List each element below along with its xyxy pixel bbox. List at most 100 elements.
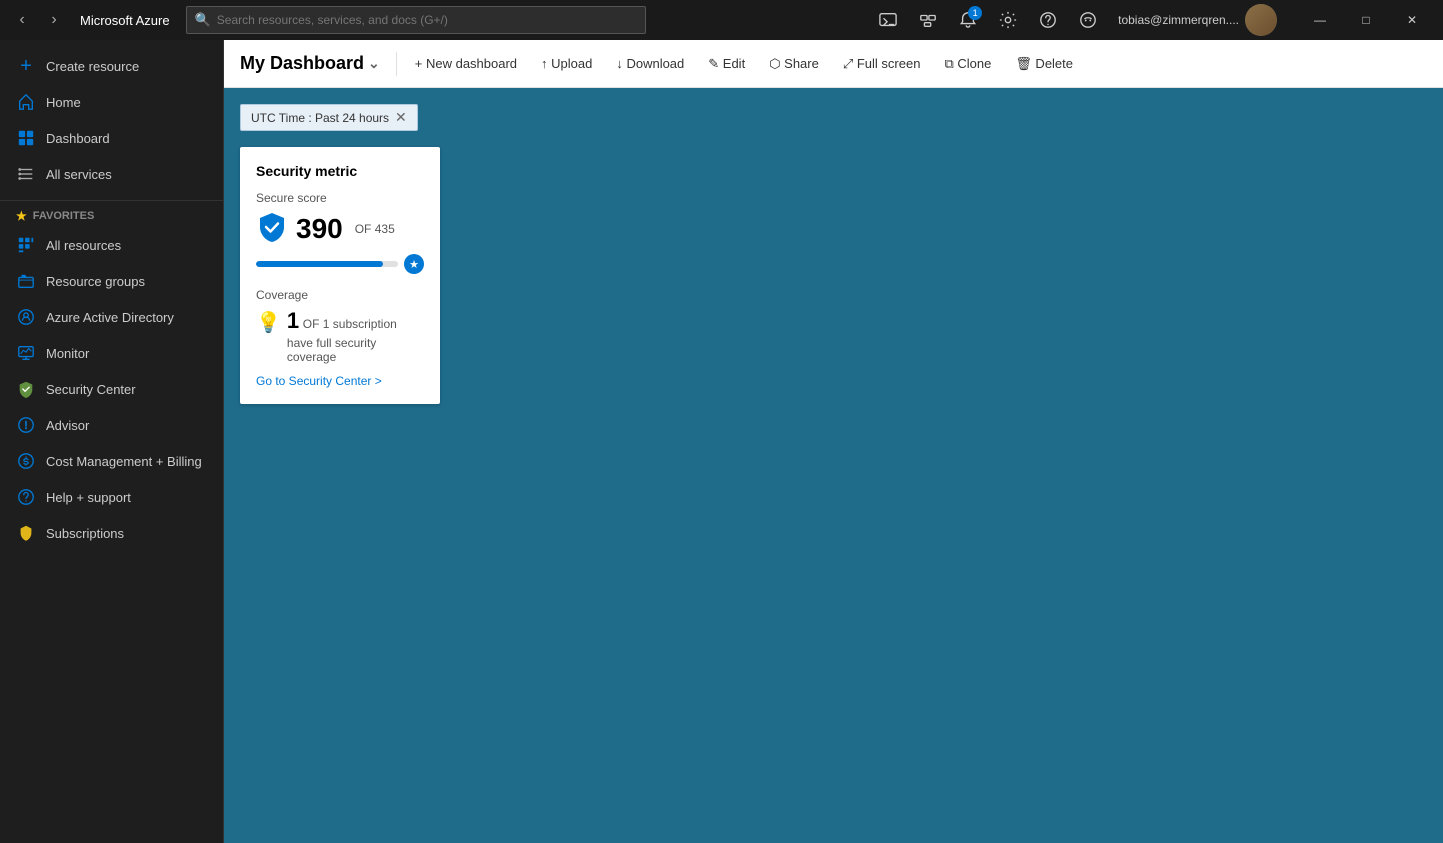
minimize-button[interactable]: — [1297, 5, 1343, 35]
edit-button[interactable]: ✎ Edit [698, 52, 755, 76]
monitor-icon [16, 343, 36, 363]
sidebar-top: + Create resource Home Dashboard All se [0, 40, 223, 201]
sidebar-item-all-resources[interactable]: All resources [0, 227, 223, 263]
window-controls: — □ ✕ [1297, 5, 1435, 35]
sidebar-label-help-support: Help + support [46, 490, 131, 505]
user-avatar [1245, 4, 1277, 36]
fullscreen-button[interactable]: ⤢ Full screen [833, 52, 931, 76]
sidebar-item-resource-groups[interactable]: Resource groups [0, 263, 223, 299]
dashboard-title-chevron: ⌄ [368, 55, 380, 72]
close-button[interactable]: ✕ [1389, 5, 1435, 35]
sidebar-item-subscriptions[interactable]: Subscriptions [0, 515, 223, 551]
sidebar-item-all-services[interactable]: All services [0, 156, 223, 192]
delete-label: 🗑 Delete [1015, 56, 1073, 72]
search-bar[interactable]: 🔍 [186, 6, 646, 34]
clone-button[interactable]: ⧉ Clone [934, 52, 1001, 76]
sidebar-label-subscriptions: Subscriptions [46, 526, 124, 541]
cost-management-icon [16, 451, 36, 471]
time-filter-label: UTC Time : Past 24 hours [251, 111, 389, 125]
share-button[interactable]: ⬡ Share [759, 52, 829, 76]
app-title: Microsoft Azure [80, 13, 170, 28]
progress-bar-fill [256, 261, 383, 267]
share-label: ⬡ Share [769, 56, 819, 72]
delete-button[interactable]: 🗑 Delete [1005, 52, 1083, 76]
time-filter-close[interactable]: ✕ [395, 109, 407, 126]
search-input[interactable] [217, 13, 637, 27]
sidebar-label-create-resource: Create resource [46, 59, 139, 74]
sidebar-item-monitor[interactable]: Monitor [0, 335, 223, 371]
help-button[interactable] [1030, 2, 1066, 38]
sidebar-item-advisor[interactable]: Advisor [0, 407, 223, 443]
coverage-row: 💡 1 OF 1 subscription have full security… [256, 308, 424, 364]
coverage-number: 1 [287, 308, 299, 333]
upload-button[interactable]: ↑ Upload [531, 52, 602, 75]
dashboard-icon [16, 128, 36, 148]
coverage-label: Coverage [256, 288, 424, 302]
sidebar-label-monitor: Monitor [46, 346, 89, 361]
new-dashboard-button[interactable]: + New dashboard [405, 52, 527, 75]
sidebar-label-all-services: All services [46, 167, 112, 182]
sidebar-item-security-center[interactable]: Security Center [0, 371, 223, 407]
dashboard-title[interactable]: My Dashboard ⌄ [240, 53, 380, 74]
subscriptions-icon [16, 523, 36, 543]
secure-score-row: 390 OF 435 [256, 211, 424, 246]
dashboard-title-text: My Dashboard [240, 53, 364, 74]
favorites-label: FAVORITES [33, 210, 95, 222]
main-layout: + Create resource Home Dashboard All se [0, 40, 1443, 843]
advisor-icon [16, 415, 36, 435]
coverage-details: 1 OF 1 subscription have full security c… [287, 308, 424, 364]
sidebar-item-cost-management[interactable]: Cost Management + Billing [0, 443, 223, 479]
upload-label: ↑ Upload [541, 56, 592, 71]
sidebar-label-azure-ad: Azure Active Directory [46, 310, 174, 325]
user-info[interactable]: tobias@zimmerqren.... [1110, 4, 1285, 36]
sidebar-label-advisor: Advisor [46, 418, 89, 433]
content-area: My Dashboard ⌄ + New dashboard ↑ Upload … [224, 40, 1443, 843]
user-email: tobias@zimmerqren.... [1118, 13, 1239, 27]
favorites-section: ★ FAVORITES [0, 201, 223, 227]
forward-button[interactable]: › [40, 6, 68, 34]
avatar-image [1245, 4, 1277, 36]
score-number: 390 [296, 213, 343, 245]
directory-button[interactable] [910, 2, 946, 38]
download-button[interactable]: ↓ Download [606, 52, 694, 75]
coverage-sub: have full security coverage [287, 336, 424, 364]
help-support-icon [16, 487, 36, 507]
sidebar-label-dashboard: Dashboard [46, 131, 110, 146]
plus-icon: + [16, 56, 36, 76]
goto-security-center-link[interactable]: Go to Security Center > [256, 374, 424, 388]
security-center-icon [16, 379, 36, 399]
sidebar-label-all-resources: All resources [46, 238, 121, 253]
clone-label: ⧉ Clone [944, 56, 991, 72]
sidebar-label-home: Home [46, 95, 81, 110]
time-filter[interactable]: UTC Time : Past 24 hours ✕ [240, 104, 418, 131]
all-resources-icon [16, 235, 36, 255]
shield-icon [256, 211, 288, 246]
sidebar: + Create resource Home Dashboard All se [0, 40, 224, 843]
edit-label: ✎ Edit [708, 56, 745, 72]
sidebar-label-security-center: Security Center [46, 382, 136, 397]
notification-count: 1 [968, 6, 982, 20]
sidebar-item-azure-active-directory[interactable]: Azure Active Directory [0, 299, 223, 335]
sidebar-item-create-resource[interactable]: + Create resource [0, 48, 223, 84]
settings-button[interactable] [990, 2, 1026, 38]
security-metric-card: Security metric Secure score 390 OF 435 [240, 147, 440, 404]
card-title: Security metric [256, 163, 424, 179]
secure-score-label: Secure score [256, 191, 424, 205]
resource-groups-icon [16, 271, 36, 291]
score-star-icon: ★ [404, 254, 424, 274]
progress-row: ★ [256, 254, 424, 274]
sidebar-label-resource-groups: Resource groups [46, 274, 145, 289]
sidebar-item-dashboard[interactable]: Dashboard [0, 120, 223, 156]
dashboard-body: UTC Time : Past 24 hours ✕ Security metr… [224, 88, 1443, 843]
sidebar-item-home[interactable]: Home [0, 84, 223, 120]
coverage-section: Coverage 💡 1 OF 1 subscription have full… [256, 288, 424, 364]
sidebar-item-help-support[interactable]: Help + support [0, 479, 223, 515]
fullscreen-label: ⤢ Full screen [843, 56, 921, 72]
titlebar: ‹ › Microsoft Azure 🔍 1 tobias@zimmerqre… [0, 0, 1443, 40]
feedback-button[interactable] [1070, 2, 1106, 38]
portal-button[interactable] [870, 2, 906, 38]
coverage-icon: 💡 [256, 310, 281, 335]
maximize-button[interactable]: □ [1343, 5, 1389, 35]
back-button[interactable]: ‹ [8, 6, 36, 34]
notifications-button[interactable]: 1 [950, 2, 986, 38]
